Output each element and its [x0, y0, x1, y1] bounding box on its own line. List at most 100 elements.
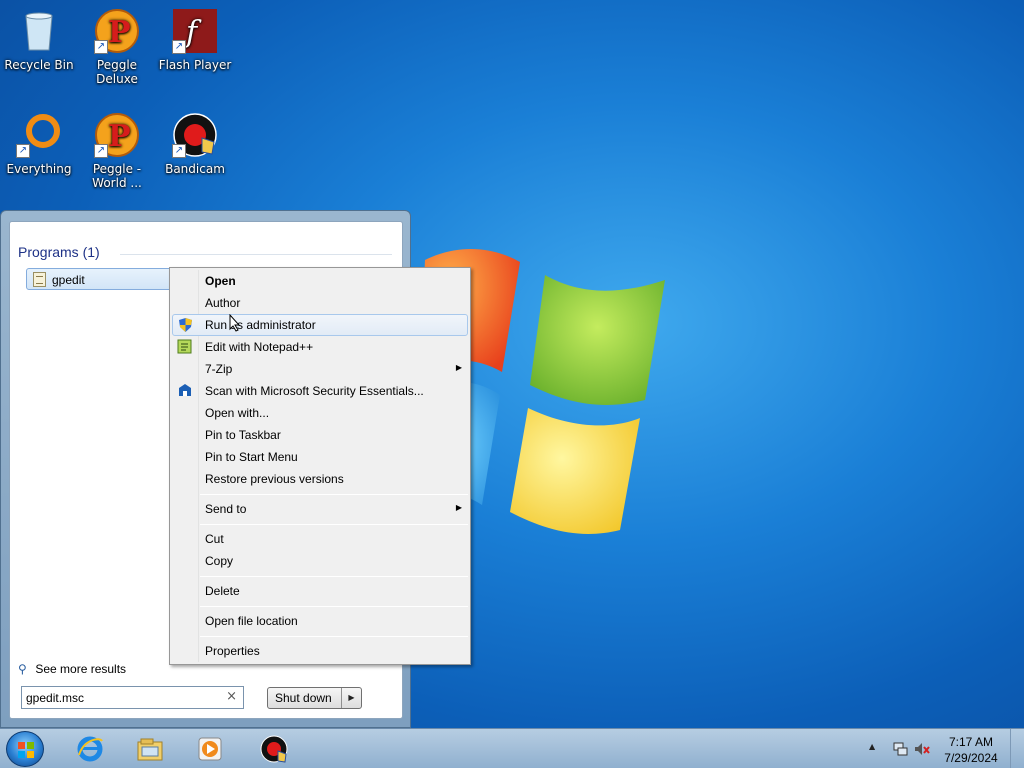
show-desktop-button[interactable] [1010, 729, 1024, 768]
menu-item-delete[interactable]: Delete [172, 580, 468, 602]
menu-item-copy[interactable]: Copy [172, 550, 468, 572]
menu-separator [200, 636, 468, 637]
windows-flag-icon [18, 742, 34, 758]
menu-item-7zip[interactable]: 7-Zip ▶ [172, 358, 468, 380]
search-input[interactable] [26, 689, 216, 706]
menu-item-open-with[interactable]: Open with... [172, 402, 468, 424]
desktop-icon-peggle-deluxe[interactable]: P ↗ Peggle Deluxe [78, 8, 156, 86]
menu-separator [200, 524, 468, 525]
windows-explorer-icon [137, 738, 163, 761]
menu-item-label: Properties [205, 644, 260, 658]
menu-item-open-file-location[interactable]: Open file location [172, 610, 468, 632]
menu-item-label: Open file location [205, 614, 298, 628]
everything-icon: ↗ [16, 112, 62, 158]
recycle-bin-icon [16, 8, 62, 54]
submenu-arrow-icon: ▶ [455, 503, 462, 512]
menu-item-label: Cut [205, 532, 224, 546]
desktop-icon-label: Bandicam [165, 162, 225, 176]
menu-item-label: Delete [205, 584, 240, 598]
clock-time: 7:17 AM [948, 735, 994, 749]
uac-shield-icon [177, 317, 194, 334]
menu-item-label: Pin to Taskbar [205, 428, 281, 442]
taskbar: ▲ 7:17 AM 7/29/2024 [0, 728, 1024, 768]
shortcut-arrow-icon: ↗ [16, 144, 30, 158]
start-search-box[interactable]: × [21, 686, 244, 709]
context-menu: Open Author Run as administrator Edit wi… [169, 267, 471, 665]
shut-down-options-arrow-icon[interactable]: ▶ [341, 688, 361, 708]
desktop-icon-everything[interactable]: ↗ Everything [0, 112, 78, 176]
menu-item-label: 7-Zip [205, 362, 233, 376]
mse-icon [176, 382, 193, 399]
menu-separator [200, 494, 468, 495]
notepadpp-icon [176, 338, 193, 355]
desktop-icon-bandicam[interactable]: ↗ Bandicam [156, 112, 234, 176]
svg-text:P: P [108, 15, 131, 50]
bandicam-icon [260, 735, 288, 763]
menu-item-label: Pin to Start Menu [205, 450, 298, 464]
menu-item-label: Edit with Notepad++ [205, 340, 314, 354]
menu-item-pin-to-start-menu[interactable]: Pin to Start Menu [172, 446, 468, 468]
desktop-icon-label: Flash Player [158, 58, 232, 72]
programs-heading: Programs (1) [18, 244, 100, 260]
desktop-icon-label: Peggle Deluxe [96, 58, 138, 86]
see-more-results-label: See more results [35, 662, 127, 676]
bandicam-icon: ↗ [172, 112, 218, 158]
see-more-results-link[interactable]: ⚲ See more results [18, 662, 126, 676]
taskbar-media-player[interactable] [184, 732, 236, 766]
menu-item-properties[interactable]: Properties [172, 640, 468, 662]
menu-item-label: Copy [205, 554, 234, 568]
menu-separator [200, 606, 468, 607]
heading-divider [120, 254, 392, 255]
system-clock[interactable]: 7:17 AM 7/29/2024 [936, 734, 1006, 766]
shut-down-label: Shut down [275, 691, 332, 705]
menu-item-label: Scan with Microsoft Security Essentials.… [205, 384, 424, 398]
mouse-cursor-icon [229, 314, 241, 332]
desktop-icon-label: Peggle - World ... [92, 162, 142, 190]
network-icon[interactable] [892, 741, 908, 757]
menu-item-send-to[interactable]: Send to ▶ [172, 498, 468, 520]
taskbar-bandicam[interactable] [248, 732, 300, 766]
peggle-icon: P ↗ [94, 8, 140, 54]
search-result-label: gpedit [52, 273, 85, 287]
menu-separator [200, 576, 468, 577]
menu-item-cut[interactable]: Cut [172, 528, 468, 550]
media-player-icon [198, 737, 222, 761]
show-hidden-icons-button[interactable]: ▲ [869, 742, 875, 751]
peggle-icon: P ↗ [94, 112, 140, 158]
start-button[interactable] [6, 731, 44, 767]
internet-explorer-icon [77, 736, 103, 762]
msc-file-icon [33, 272, 46, 287]
submenu-arrow-icon: ▶ [455, 363, 462, 372]
desktop-icon-label: Everything [6, 162, 72, 176]
menu-item-label: Run as administrator [205, 318, 316, 332]
clear-search-icon[interactable]: × [226, 689, 237, 704]
menu-item-label: Author [205, 296, 241, 310]
menu-item-author[interactable]: Author [172, 292, 468, 314]
menu-item-edit-with-notepadpp[interactable]: Edit with Notepad++ [172, 336, 468, 358]
shortcut-arrow-icon: ↗ [172, 144, 186, 158]
menu-item-run-as-administrator[interactable]: Run as administrator [172, 314, 468, 336]
menu-item-label: Open with... [205, 406, 270, 420]
search-icon: ⚲ [18, 662, 27, 676]
desktop-icon-flash-player[interactable]: f ↗ Flash Player [156, 8, 234, 72]
menu-item-open[interactable]: Open [172, 270, 468, 292]
menu-item-label: Restore previous versions [205, 472, 344, 486]
shortcut-arrow-icon: ↗ [172, 40, 186, 54]
menu-item-restore-previous-versions[interactable]: Restore previous versions [172, 468, 468, 490]
shortcut-arrow-icon: ↗ [94, 40, 108, 54]
menu-item-pin-to-taskbar[interactable]: Pin to Taskbar [172, 424, 468, 446]
shut-down-button[interactable]: Shut down ▶ [267, 687, 362, 709]
desktop-icon-recycle-bin[interactable]: Recycle Bin [0, 8, 78, 72]
taskbar-windows-explorer[interactable] [124, 732, 176, 766]
menu-item-label: Send to [205, 502, 247, 516]
shortcut-arrow-icon: ↗ [94, 144, 108, 158]
svg-text:P: P [108, 119, 131, 154]
taskbar-internet-explorer[interactable] [64, 732, 116, 766]
menu-item-label: Open [205, 274, 236, 288]
flash-icon: f ↗ [172, 8, 218, 54]
menu-item-scan-mse[interactable]: Scan with Microsoft Security Essentials.… [172, 380, 468, 402]
desktop-icon-label: Recycle Bin [4, 58, 74, 72]
volume-muted-icon[interactable] [914, 741, 930, 757]
desktop-icon-peggle-world[interactable]: P ↗ Peggle - World ... [78, 112, 156, 190]
clock-date: 7/29/2024 [944, 751, 998, 765]
